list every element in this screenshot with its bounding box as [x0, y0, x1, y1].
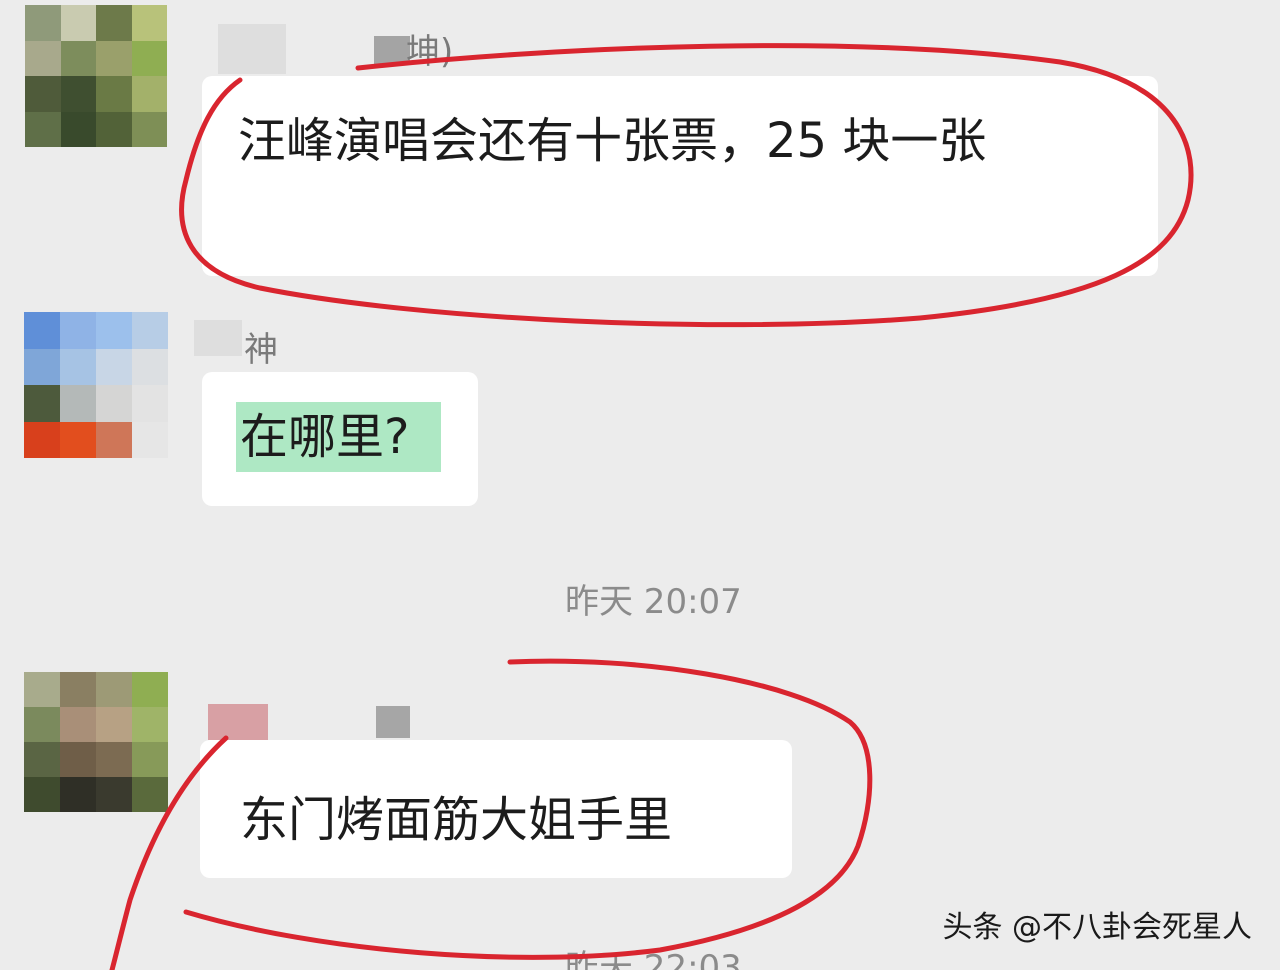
sender-name: 神 — [244, 330, 278, 370]
message-text: 在哪里? — [236, 402, 442, 472]
chat-window: 坤) 汪峰演唱会还有十张票，25 块一张 神 在哪里? 昨天 20:07 东门烤… — [0, 0, 1280, 970]
message-bubble[interactable]: 在哪里? — [202, 372, 478, 506]
avatar[interactable] — [25, 5, 167, 147]
message-bubble[interactable]: 东门烤面筋大姐手里 — [200, 740, 792, 878]
sender-name-mosaic — [374, 36, 410, 64]
timestamp: 昨天 22:03 — [565, 948, 742, 970]
avatar[interactable] — [24, 672, 168, 812]
timestamp: 昨天 20:07 — [565, 582, 742, 622]
sender-name-mosaic — [218, 24, 286, 74]
avatar[interactable] — [24, 312, 168, 458]
sender-name-mosaic — [208, 704, 268, 740]
watermark: 头条 @不八卦会死星人 — [942, 910, 1252, 945]
message-bubble[interactable]: 汪峰演唱会还有十张票，25 块一张 — [202, 76, 1158, 276]
sender-name-mosaic — [194, 320, 242, 356]
message-text: 汪峰演唱会还有十张票，25 块一张 — [238, 113, 987, 169]
sender-name-mosaic — [376, 706, 410, 738]
sender-name: 坤) — [406, 32, 454, 72]
message-text: 东门烤面筋大姐手里 — [240, 792, 673, 848]
